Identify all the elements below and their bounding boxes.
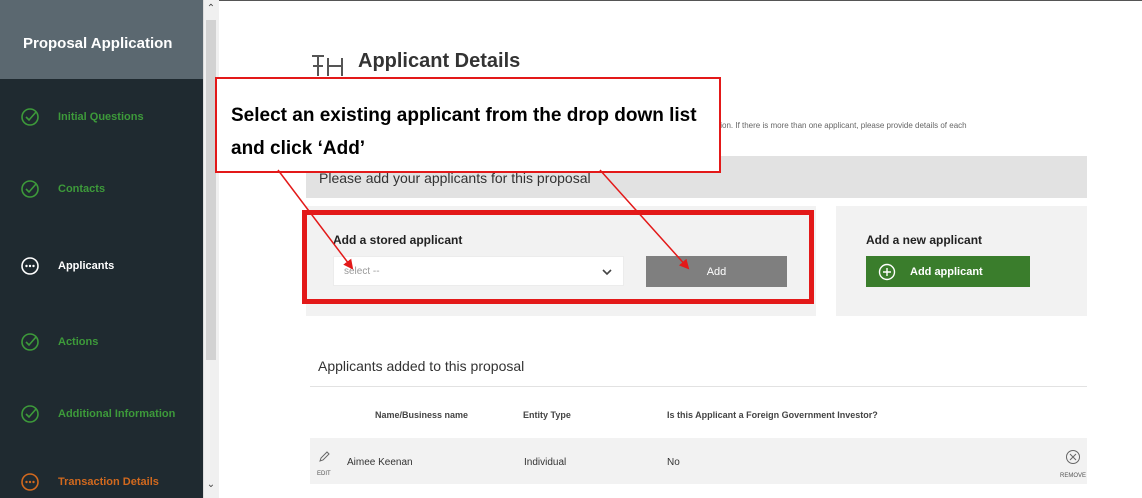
callout-text: Select an existing applicant from the dr… [231, 105, 697, 159]
sidebar-item-contacts[interactable]: Contacts [0, 159, 203, 219]
dots-circle-icon [20, 472, 40, 492]
column-header-name: Name/Business name [375, 410, 469, 420]
sidebar-item-initial-questions[interactable]: Initial Questions [0, 87, 203, 147]
add-applicant-label: Add applicant [910, 265, 983, 278]
fgi-value: No [667, 457, 680, 468]
entity-type: Individual [524, 457, 567, 468]
section-divider [310, 386, 1087, 387]
sidebar-item-additional-information[interactable]: Additional Information [0, 384, 203, 444]
check-circle-icon [20, 179, 40, 199]
column-header-fgi: Is this Applicant a Foreign Government I… [667, 410, 878, 420]
annotation-callout: Select an existing applicant from the dr… [215, 77, 721, 173]
plus-circle-icon [878, 263, 896, 281]
table-row: EDIT Aimee Keenan Individual No REMOVE [310, 438, 1087, 484]
check-circle-icon [20, 404, 40, 424]
scrollbar-thumb[interactable] [206, 20, 216, 360]
check-circle-icon [20, 332, 40, 352]
sidebar-item-label: Actions [58, 336, 99, 348]
annotation-highlight-box [302, 210, 814, 304]
sidebar-item-label: Contacts [58, 183, 106, 195]
intro-text: tion. If there is more than one applican… [718, 121, 967, 130]
remove-icon[interactable] [1065, 449, 1081, 465]
sidebar-item-label: Initial Questions [58, 111, 144, 123]
add-new-applicant-button[interactable]: Add applicant [866, 256, 1030, 287]
edit-label[interactable]: EDIT [317, 471, 331, 477]
sidebar-item-label: Additional Information [58, 408, 176, 420]
page-title: Applicant Details [358, 50, 521, 72]
applicant-name: Aimee Keenan [347, 457, 413, 468]
dots-circle-icon [20, 256, 40, 276]
added-applicants-title: Applicants added to this proposal [318, 358, 525, 374]
pencil-icon[interactable] [318, 450, 330, 462]
sidebar-item-applicants[interactable]: Applicants [0, 236, 203, 296]
sidebar-item-label: Applicants [58, 260, 115, 272]
check-circle-icon [20, 107, 40, 127]
scroll-up-icon[interactable]: ⌃ [204, 2, 218, 16]
new-applicant-label: Add a new applicant [866, 233, 983, 247]
sidebar-item-label: Transaction Details [58, 476, 159, 488]
remove-label[interactable]: REMOVE [1060, 473, 1086, 479]
sidebar-header: Proposal Application [0, 0, 203, 79]
sidebar: Proposal Application Initial Questions C… [0, 0, 203, 498]
sidebar-item-transaction-details[interactable]: Transaction Details [0, 452, 203, 498]
applicants-page-icon [310, 52, 346, 78]
sidebar-item-actions[interactable]: Actions [0, 312, 203, 372]
column-header-entity-type: Entity Type [523, 410, 571, 420]
scroll-down-icon[interactable]: ⌄ [204, 478, 218, 492]
